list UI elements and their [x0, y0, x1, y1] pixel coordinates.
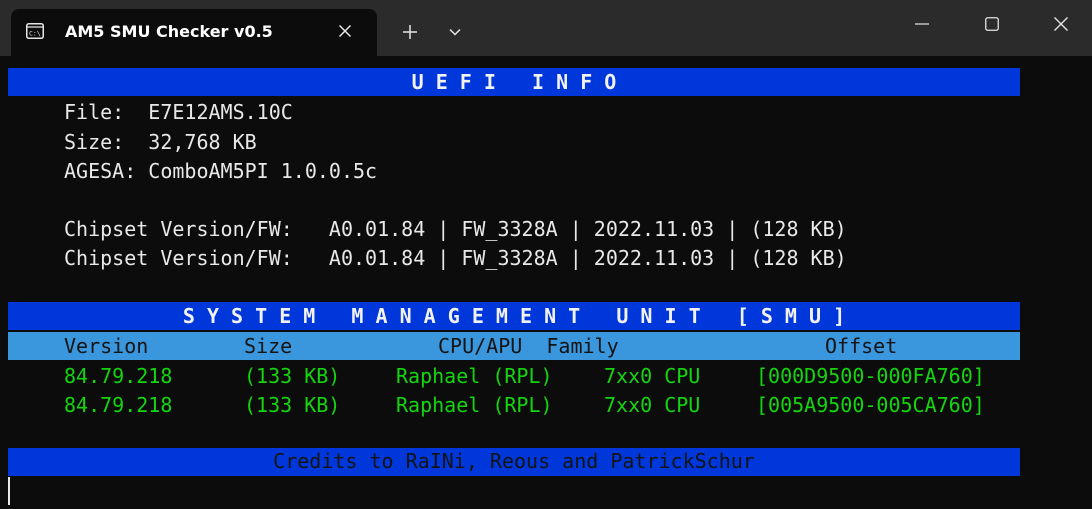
- svg-text:C:\: C:\: [29, 30, 41, 38]
- row-cpu: Raphael (RPL): [396, 364, 553, 388]
- row-size: (133 KB): [244, 393, 341, 417]
- terminal-content[interactable]: U E F I I N F O File: E7E12AMS.10C Size:…: [0, 56, 1092, 509]
- maximize-icon[interactable]: [961, 0, 1023, 48]
- terminal-tab[interactable]: C:\ AM5 SMU Checker v0.5: [11, 9, 377, 56]
- column-cpu-family: CPU/APU Family: [438, 334, 619, 358]
- uefi-size: Size: 32,768 KB: [64, 130, 257, 154]
- uefi-file: File: E7E12AMS.10C: [64, 100, 293, 124]
- tab-close-icon[interactable]: [332, 18, 358, 44]
- row-offset: [000D9500-000FA760]: [756, 364, 985, 388]
- smu-table-header: Version Size CPU/APU Family Offset: [8, 332, 1020, 360]
- row-family: 7xx0 CPU: [604, 364, 701, 388]
- minimize-icon[interactable]: [891, 0, 953, 48]
- uefi-agesa: AGESA: ComboAM5PI 1.0.0.5c: [64, 159, 378, 183]
- terminal-window: C:\ AM5 SMU Checker v0.5 U E F I I N F O…: [0, 0, 1092, 509]
- chipset-line: Chipset Version/FW: A0.01.84 | FW_3328A …: [64, 217, 847, 241]
- row-cpu: Raphael (RPL): [396, 393, 553, 417]
- row-version: 84.79.218: [64, 393, 173, 417]
- row-size: (133 KB): [244, 364, 341, 388]
- chipset-line: Chipset Version/FW: A0.01.84 | FW_3328A …: [64, 246, 847, 270]
- uefi-heading-bar: U E F I I N F O: [8, 68, 1020, 96]
- close-icon[interactable]: [1030, 0, 1092, 48]
- smu-heading-bar: S Y S T E M M A N A G E M E N T U N I T …: [8, 302, 1020, 330]
- column-offset: Offset: [825, 334, 898, 358]
- uefi-heading: U E F I I N F O: [411, 70, 617, 94]
- plus-icon[interactable]: [395, 18, 425, 46]
- smu-heading: S Y S T E M M A N A G E M E N T U N I T …: [182, 304, 846, 328]
- terminal-icon: C:\: [26, 23, 44, 39]
- credits-text: Credits to RaINi, Reous and PatrickSchur: [273, 449, 755, 473]
- row-family: 7xx0 CPU: [604, 393, 701, 417]
- tab-title: AM5 SMU Checker v0.5: [65, 22, 273, 41]
- credits-bar: Credits to RaINi, Reous and PatrickSchur: [8, 448, 1020, 476]
- row-version: 84.79.218: [64, 364, 173, 388]
- chevron-down-icon[interactable]: [442, 18, 468, 46]
- column-version: Version: [64, 334, 149, 358]
- text-cursor: [8, 477, 10, 505]
- row-offset: [005A9500-005CA760]: [756, 393, 985, 417]
- title-bar: C:\ AM5 SMU Checker v0.5: [0, 0, 1092, 56]
- column-size: Size: [244, 334, 293, 358]
